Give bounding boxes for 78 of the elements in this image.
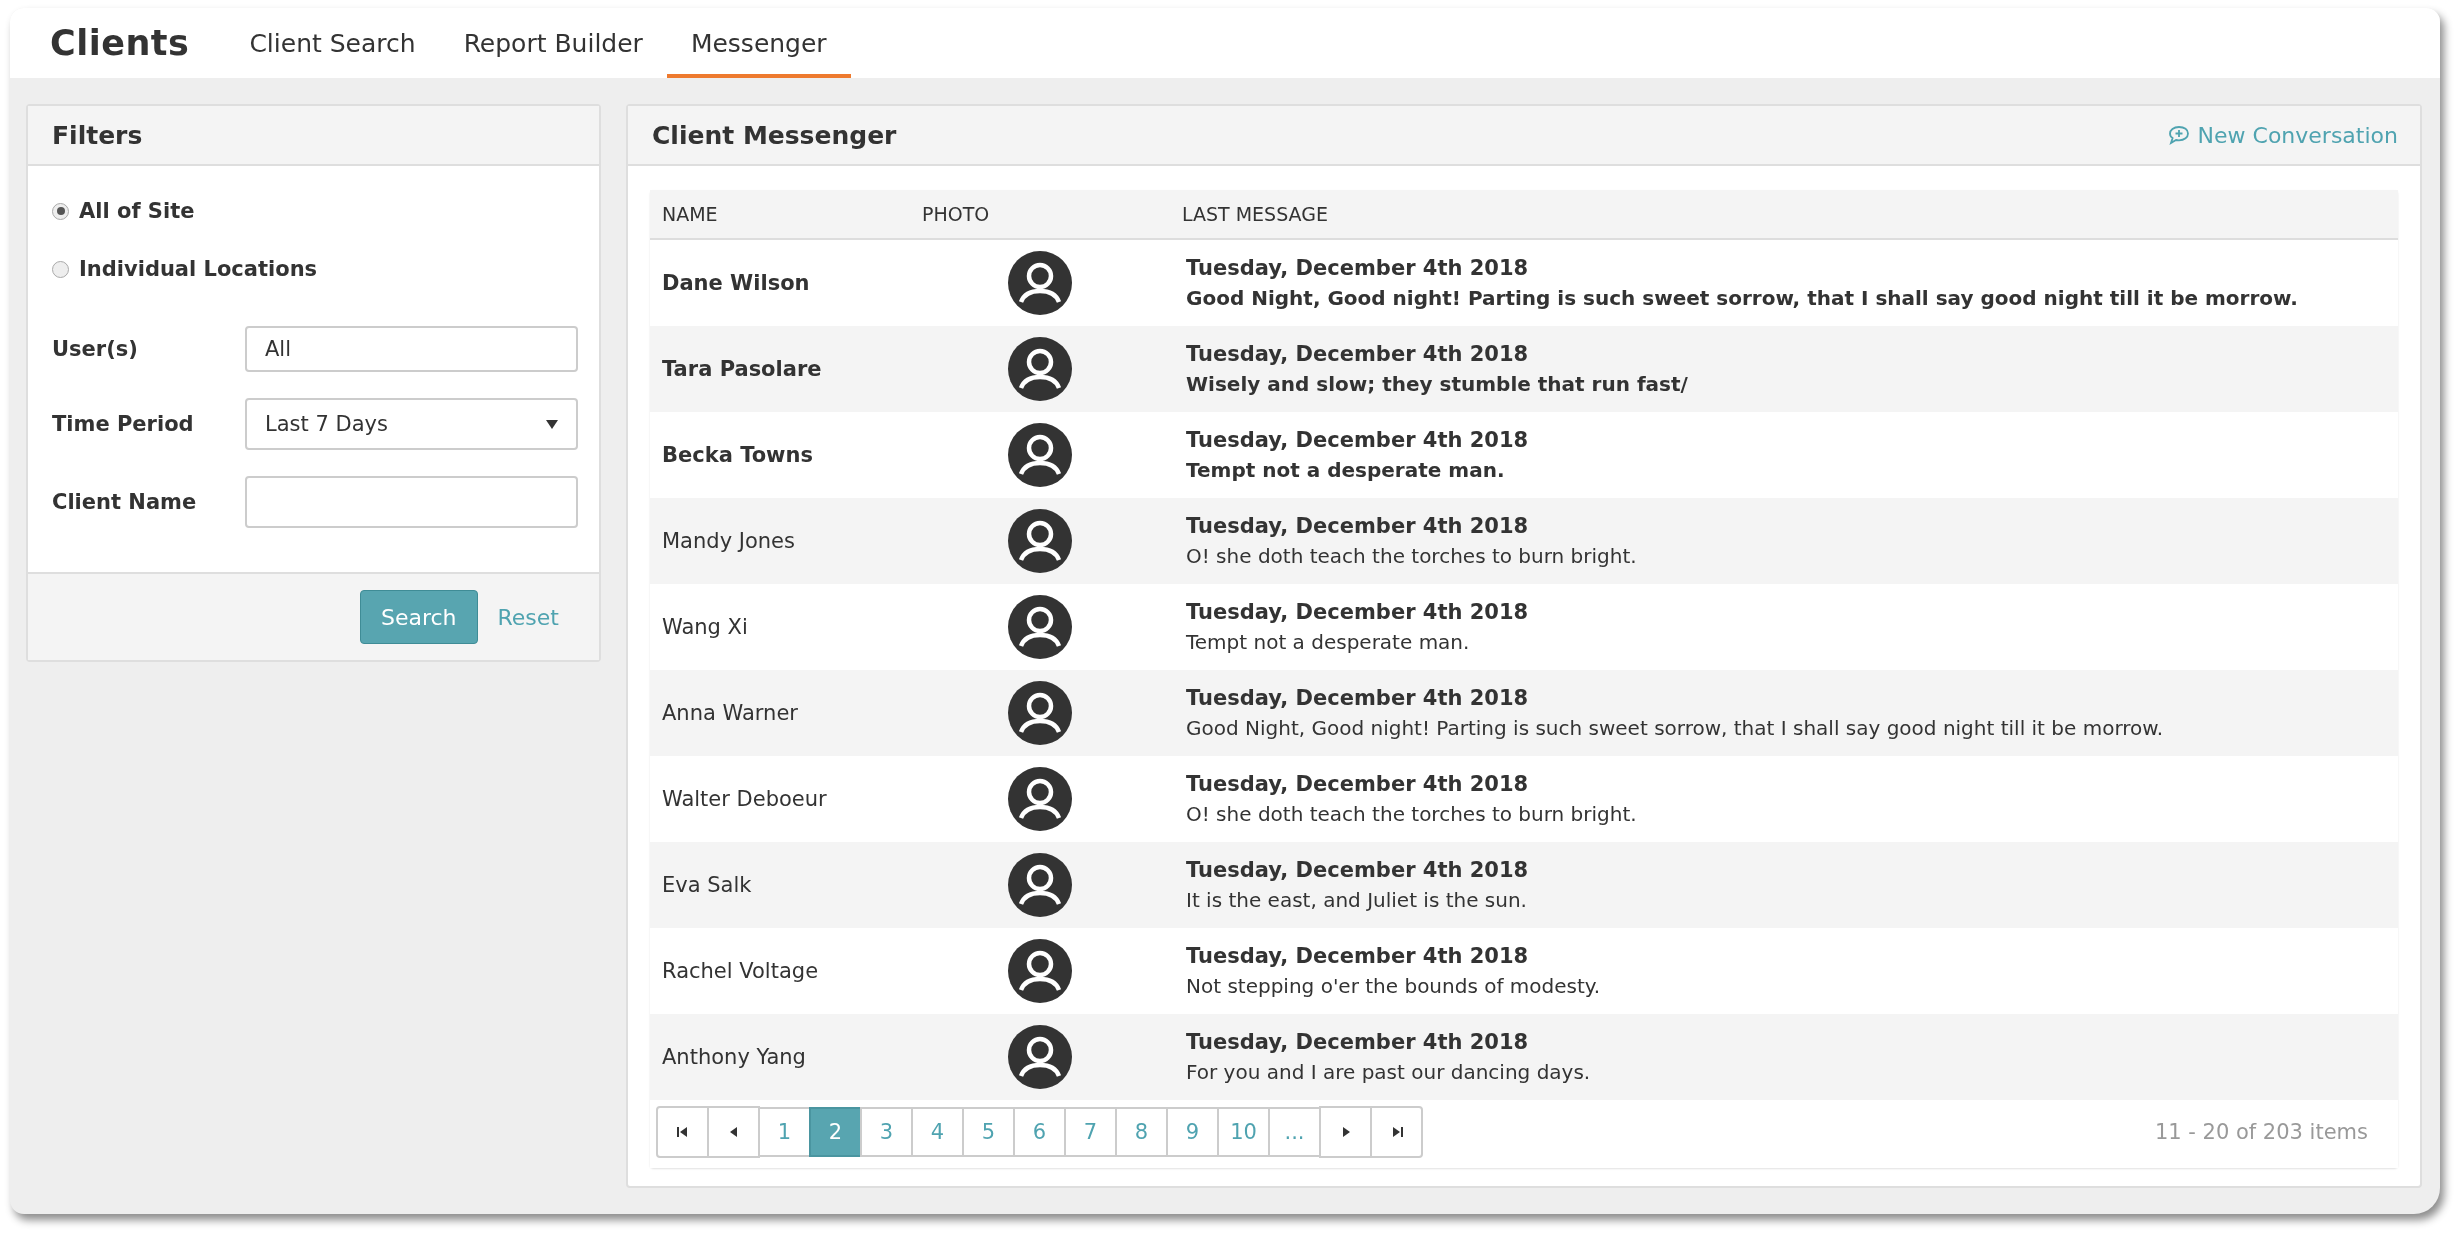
chat-plus-icon <box>2167 125 2190 145</box>
client-name: Dane Wilson <box>661 271 811 295</box>
field-label: User(s) <box>52 337 139 361</box>
table-row[interactable]: Tara Pasolare Tuesday, December 4th 2018 Wisely and slow; they stumble that run fast/ <box>650 326 2398 412</box>
message-text: Not stepping o'er the bounds of modesty. <box>1186 973 1602 1000</box>
field-label: Time Period <box>52 412 195 436</box>
skip-back-icon <box>676 1126 689 1138</box>
input-field[interactable] <box>245 476 578 528</box>
table-row[interactable]: Becka Towns Tuesday, December 4th 2018 Tempt not a desperate man. <box>650 412 2398 498</box>
avatar-icon <box>1008 595 1072 659</box>
input-field[interactable]: All <box>245 326 578 372</box>
avatar-icon <box>1008 681 1072 745</box>
nav-tab[interactable]: Messenger <box>666 12 851 78</box>
avatar-icon <box>1008 767 1072 831</box>
skip-forward-icon <box>1390 1126 1403 1138</box>
table-row[interactable]: Eva Salk Tuesday, December 4th 2018 It is the east, and Juliet is the sun. <box>650 842 2398 928</box>
message-date: Tuesday, December 4th 2018 <box>1186 255 1530 282</box>
client-name: Wang Xi <box>661 615 749 639</box>
first-page-button[interactable] <box>656 1106 709 1158</box>
table-row[interactable]: Mandy Jones Tuesday, December 4th 2018 O! she doth teach the torches to burn bright. <box>650 498 2398 584</box>
message-date: Tuesday, December 4th 2018 <box>1186 771 1530 798</box>
avatar-icon <box>1008 853 1072 917</box>
message-text: O! she doth teach the torches to burn bright. <box>1186 801 1638 828</box>
message-date: Tuesday, December 4th 2018 <box>1186 943 1530 970</box>
message-text: O! she doth teach the torches to burn bright. <box>1186 543 1638 570</box>
message-date: Tuesday, December 4th 2018 <box>1186 599 1530 626</box>
message-text: Tempt not a desperate man. <box>1186 457 1506 484</box>
message-text: Wisely and slow; they stumble that run fast/ <box>1186 371 1689 398</box>
caret-icon <box>546 419 558 429</box>
panel-title: Filters <box>52 120 143 150</box>
pagination-summary: 11 - 20 of 203 items <box>2154 1120 2368 1144</box>
nav-tab[interactable]: Report Builder <box>439 12 667 78</box>
message-date: Tuesday, December 4th 2018 <box>1186 1029 1530 1056</box>
message-text: Good Night, Good night! Parting is such sweet sorrow, that I shall say good night till it be morrow. <box>1186 285 2299 312</box>
avatar-icon <box>1008 1025 1072 1089</box>
nav-tab[interactable]: Client Search <box>225 12 440 78</box>
radio-button[interactable] <box>52 260 69 278</box>
client-name: Anna Warner <box>661 701 799 725</box>
message-date: Tuesday, December 4th 2018 <box>1186 685 1530 712</box>
avatar-icon <box>1008 423 1072 487</box>
panel-title: Client Messenger <box>652 120 897 150</box>
column-header: PHOTO <box>921 203 991 225</box>
client-name: Mandy Jones <box>661 529 796 553</box>
message-date: Tuesday, December 4th 2018 <box>1186 513 1530 540</box>
avatar-icon <box>1008 509 1072 573</box>
table-row[interactable]: Anna Warner Tuesday, December 4th 2018 Good Night, Good night! Parting is such sweet sorrow, that I shall say good night till it be morrow. <box>650 670 2398 756</box>
client-name: Anthony Yang <box>661 1045 807 1069</box>
radio-label: All of Site <box>79 199 195 223</box>
client-name: Walter Deboeur <box>661 787 828 811</box>
column-header: LAST MESSAGE <box>1181 203 1329 225</box>
message-text: It is the east, and Juliet is the sun. <box>1186 887 1528 914</box>
client-name: Eva Salk <box>661 873 753 897</box>
client-name: Becka Towns <box>661 443 814 467</box>
message-date: Tuesday, December 4th 2018 <box>1186 427 1530 454</box>
next-page-button[interactable] <box>1319 1106 1372 1158</box>
client-name: Tara Pasolare <box>661 357 823 381</box>
message-text: Tempt not a desperate man. <box>1186 629 1471 656</box>
message-date: Tuesday, December 4th 2018 <box>1186 857 1530 884</box>
app-title: Clients <box>50 22 190 65</box>
table-row[interactable]: Wang Xi Tuesday, December 4th 2018 Tempt not a desperate man. <box>650 584 2398 670</box>
field-label: Client Name <box>52 490 198 514</box>
table-row[interactable]: Rachel Voltage Tuesday, December 4th 2018 Not stepping o'er the bounds of modesty. <box>650 928 2398 1014</box>
message-text: Good Night, Good night! Parting is such sweet sorrow, that I shall say good night till it be morrow. <box>1186 715 2165 742</box>
table-row[interactable]: Anthony Yang Tuesday, December 4th 2018 For you and I are past our dancing days. <box>650 1014 2398 1100</box>
avatar-icon <box>1008 251 1072 315</box>
column-header: NAME <box>661 203 719 225</box>
client-name: Rachel Voltage <box>661 959 820 983</box>
radio-button[interactable] <box>52 202 69 220</box>
table-row[interactable]: Dane Wilson Tuesday, December 4th 2018 Good Night, Good night! Parting is such sweet sorrow, that I shall say good night till it be morrow. <box>650 240 2398 326</box>
message-date: Tuesday, December 4th 2018 <box>1186 341 1530 368</box>
radio-label: Individual Locations <box>79 257 318 281</box>
table-row[interactable]: Walter Deboeur Tuesday, December 4th 2018 O! she doth teach the torches to burn bright. <box>650 756 2398 842</box>
dropdown[interactable]: Last 7 Days <box>245 398 578 450</box>
avatar-icon <box>1008 939 1072 1003</box>
previous-page-button[interactable] <box>707 1106 760 1158</box>
last-page-button[interactable] <box>1370 1106 1423 1158</box>
avatar-icon <box>1008 337 1072 401</box>
message-text: For you and I are past our dancing days. <box>1186 1059 1592 1086</box>
